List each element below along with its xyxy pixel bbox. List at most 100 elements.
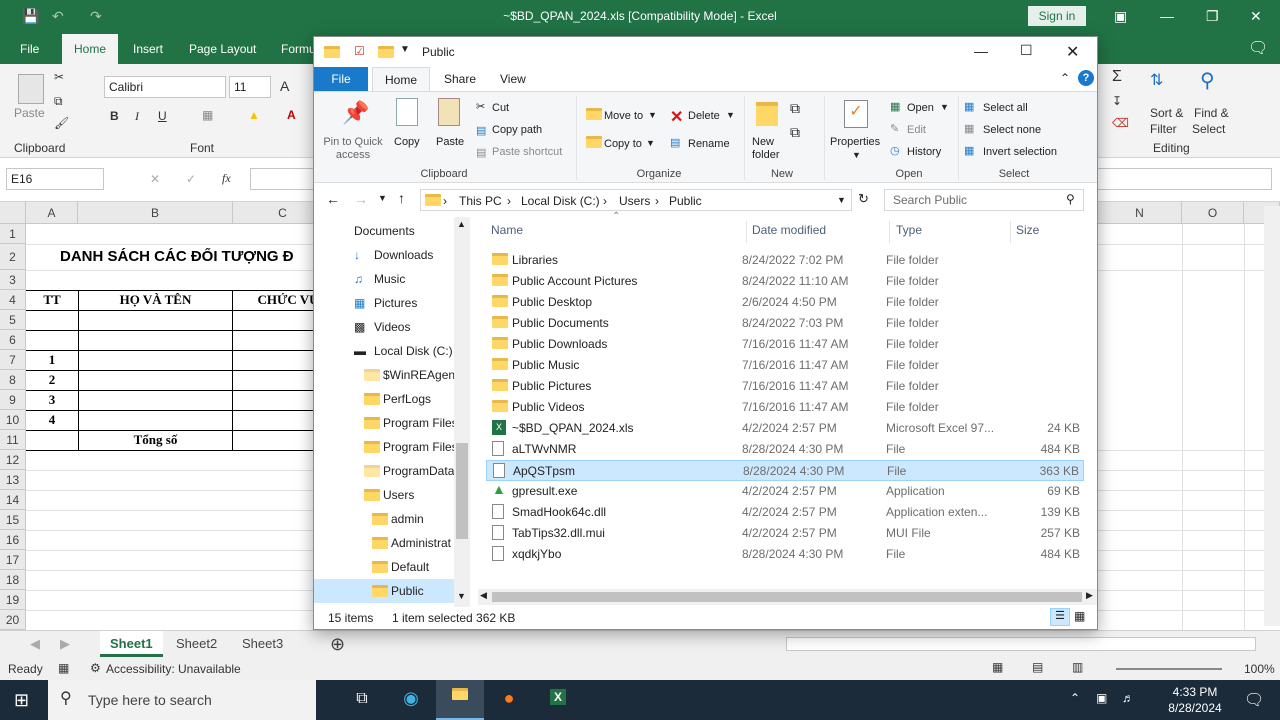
scroll-up-icon[interactable]: ▲ [457,219,466,229]
open-button[interactable]: Open [907,102,934,114]
rename-button[interactable]: Rename [688,138,730,150]
refresh-icon[interactable]: ↻ [858,191,869,207]
font-color-icon[interactable]: A [287,108,296,122]
crumb-separator[interactable]: › [655,194,659,208]
tab-home[interactable]: Home [62,34,119,64]
easy-access-icon[interactable]: ⧉ [790,124,800,141]
crumb-separator[interactable]: › [507,194,511,208]
file-list-horizontal-scrollbar[interactable]: ◀ ▶ [478,589,1097,605]
name-box[interactable]: E16 [6,168,104,190]
forward-icon[interactable]: → [354,191,368,207]
tab-insert[interactable]: Insert [133,42,163,56]
row-header[interactable]: 11 [0,430,26,450]
paste-button[interactable]: Paste [436,136,464,148]
file-row[interactable]: ▲ gpresult.exe 4/2/2024 2:57 PM Application… [486,481,1084,502]
task-view-icon[interactable]: ⧉ [338,680,386,720]
show-hidden-icons[interactable]: ⌃ [1070,691,1080,705]
close-icon[interactable]: ✕ [1250,8,1262,25]
copy-button[interactable]: Copy [394,136,420,148]
minimize-icon[interactable]: — [974,43,988,59]
tab-formulas[interactable]: Formu [281,42,316,56]
crumb-separator[interactable]: › [603,194,607,208]
nav-item-public[interactable]: Public [314,579,456,603]
select-all-button[interactable]: Select all [983,102,1028,114]
pin-quick-access-button[interactable]: Pin to Quick access [320,136,386,162]
nav-scrollbar[interactable]: ▲ ▼ [454,217,470,607]
taskbar-search[interactable]: ⚲ Type here to search [48,680,316,720]
bold-icon[interactable]: B [110,109,119,123]
move-to-dropdown-icon[interactable]: ▼ [648,110,657,120]
row-header[interactable]: 10 [0,410,26,430]
minimize-icon[interactable]: — [1160,8,1174,24]
sheet-tab[interactable]: Sheet2 [166,631,227,657]
sheet-tab[interactable]: Sheet3 [232,631,293,657]
taskbar-clock[interactable]: 4:33 PM 8/28/2024 [1160,684,1230,716]
file-row[interactable]: xqdkjYbo 8/28/2024 4:30 PM File 484 KB [486,544,1084,565]
file-explorer-icon[interactable] [436,680,484,720]
nav-item-perflogs[interactable]: PerfLogs [314,387,456,411]
search-icon[interactable]: ⚲ [1066,192,1075,206]
file-row[interactable]: Public Music 7/16/2016 11:47 AM File folde… [486,355,1084,376]
nav-item-local-disk[interactable]: ▬ Local Disk (C:) [314,339,456,363]
row-header[interactable]: 2 [0,244,26,270]
scroll-down-icon[interactable]: ▼ [457,591,466,601]
up-icon[interactable]: ↑ [398,190,405,206]
file-row[interactable]: Public Videos 7/16/2016 11:47 AM File fold… [486,397,1084,418]
grow-font-icon[interactable]: A [280,78,289,94]
new-folder-button[interactable]: New folder [752,136,792,162]
crumb-local-disk[interactable]: Local Disk (C:) [521,194,600,208]
restore-icon[interactable]: ❐ [1206,8,1219,25]
tab-page-layout[interactable]: Page Layout [189,42,256,56]
paste-shortcut-icon[interactable]: ▤ [476,146,486,159]
cancel-formula-icon[interactable]: ✕ [150,172,160,186]
column-header-name[interactable]: Name [491,223,523,237]
nav-item-program-files-x86[interactable]: Program Files [314,435,456,459]
crumb-users[interactable]: Users [619,194,650,208]
help-icon[interactable]: ? [1078,70,1094,86]
details-view-icon[interactable]: ☰ [1050,608,1070,626]
new-folder-quick-icon[interactable] [378,46,394,58]
customize-toolbar-icon[interactable]: ▼ [400,44,410,55]
nav-item-winreagent[interactable]: $WinREAgent [314,363,456,387]
properties-quick-icon[interactable]: ☑ [354,44,365,58]
col-header-a[interactable]: A [26,202,78,224]
format-painter-icon[interactable]: 🖌 [54,116,69,130]
address-bar[interactable]: › This PC › Local Disk (C:) › Users › Pu… [420,189,852,211]
scroll-left-icon[interactable]: ◀ [480,590,487,601]
cut-icon[interactable]: ✂ [54,70,64,84]
nav-item-default[interactable]: Default [314,555,456,579]
crumb-separator[interactable]: › [443,194,447,208]
file-row[interactable]: Public Documents 8/24/2022 7:03 PM File fo… [486,313,1084,334]
row-header[interactable]: 5 [0,310,26,330]
delete-icon[interactable]: ✕ [670,107,683,127]
tab-home[interactable]: Home [372,67,431,91]
nav-item-downloads[interactable]: ↓ Downloads [314,243,456,267]
find-label[interactable]: Find & [1194,106,1229,120]
file-row[interactable]: Public Pictures 7/16/2016 11:47 AM File fo… [486,376,1084,397]
nav-item-music[interactable]: ♫ Music [314,267,456,291]
row-header[interactable]: 9 [0,390,26,410]
nav-item-programdata[interactable]: ProgramData [314,459,456,483]
row-header[interactable]: 20 [0,610,26,630]
row-header[interactable]: 13 [0,470,26,490]
underline-icon[interactable]: U [158,109,167,123]
column-header-type[interactable]: Type [896,223,922,237]
page-layout-view-icon[interactable]: ▤ [1032,660,1043,674]
accessibility-status[interactable]: Accessibility: Unavailable [106,662,241,676]
tab-file[interactable]: File [314,67,368,91]
move-to-icon[interactable] [586,108,602,120]
properties-icon[interactable]: ✓ [844,100,868,128]
column-separator[interactable] [746,221,747,243]
nav-scrollbar-thumb[interactable] [456,443,468,539]
row-header[interactable]: 4 [0,290,26,310]
insert-function-icon[interactable]: fx [222,171,231,186]
clear-icon[interactable]: ⌫ [1112,116,1129,130]
comments-icon[interactable]: 🗨 [1248,38,1268,58]
sort-label[interactable]: Sort & [1150,106,1183,120]
file-row-selected[interactable]: ApQSTpsm 8/28/2024 4:30 PM File 363 KB [486,460,1084,481]
row-header[interactable]: 15 [0,510,26,530]
row-header[interactable]: 6 [0,330,26,350]
file-row[interactable]: Public Downloads 7/16/2016 11:47 AM File f… [486,334,1084,355]
accessibility-icon[interactable]: ⚙ [90,661,101,675]
open-icon[interactable]: ▦ [890,100,900,113]
